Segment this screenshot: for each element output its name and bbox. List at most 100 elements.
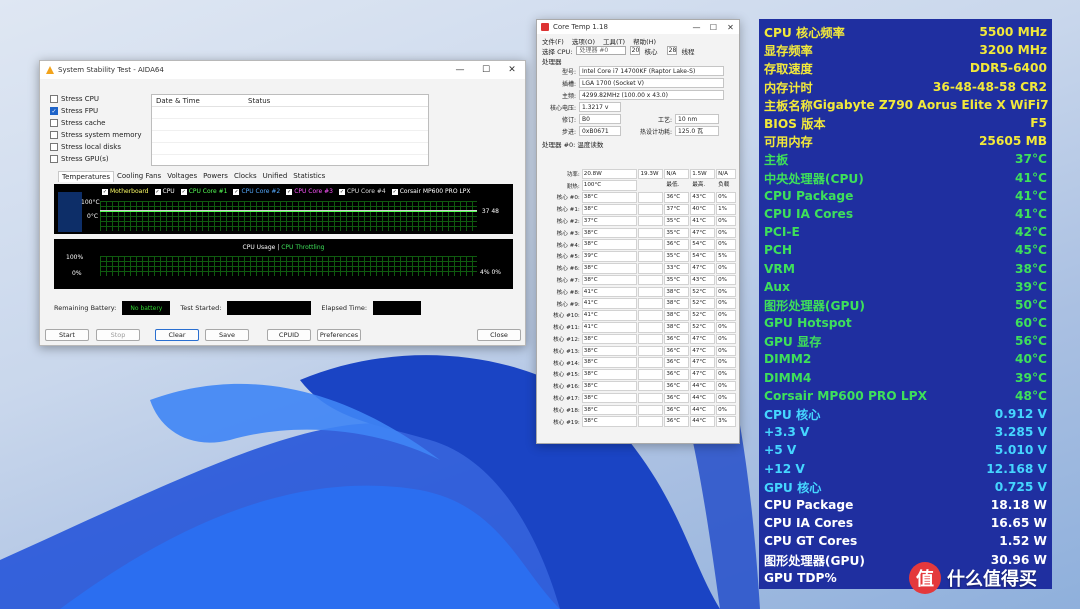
cpuid-button[interactable]: CPUID [267,329,311,341]
core-row-cell: 核心 #16: [553,384,580,391]
legend-checkbox[interactable]: ✓ [391,188,398,195]
core-row-cell: 核心 #11: [553,325,580,332]
tab-clocks[interactable]: Clocks [231,171,260,182]
sensor-label: VRM [764,261,795,276]
core-row: 核心 #17: 38°C 36°C 44°C 0% [542,392,737,404]
menu-help[interactable]: 帮助(H) [633,36,656,46]
tab-powers[interactable]: Powers [200,171,231,182]
stress-option[interactable]: Stress local disks [50,112,819,153]
sensor-label: +3.3 V [764,425,810,440]
legend-item[interactable]: ✓ CPU Core #1 [180,188,227,195]
stress-option[interactable]: Stress cache [50,112,819,129]
preferences-button[interactable]: Preferences [317,329,361,341]
power-row-cell: 19.3W [638,168,664,180]
threads-label: 线程 [681,47,695,56]
stress-option[interactable]: Stress CPU [50,93,819,120]
readings-title: 处理器 #0: 温度读数 [542,141,604,149]
core-row-cell: 1% [716,204,737,215]
legend-item[interactable]: ✓ CPU Core #4 [338,188,386,195]
core-row-cell: 44°C [690,416,716,427]
menu-tools[interactable]: 工具(T) [603,36,625,46]
sensor-label: GPU Hotspot [764,316,852,331]
stop-button[interactable]: Stop [96,329,140,341]
test-started-label: Test Started: [180,304,222,312]
core-readings-table: 功率: 20.8W 19.3W N/A 1.5W N/A 耐热: 100°C 最低. 最高. 负载核… [542,168,737,428]
core-row-cell: 36°C [664,369,690,380]
maximize-icon[interactable]: ☐ [473,61,499,79]
core-row-cell: 核心 #3: [556,230,580,237]
cpu-select[interactable]: 处理器 #0 [576,46,627,55]
sensor-value: 38°C [1015,261,1047,276]
core-row-cell [638,274,664,286]
tab-temperatures[interactable]: Temperatures [58,171,114,182]
log-table[interactable]: Date & Time Status [151,94,429,166]
core-row-cell: 41°C [581,310,638,321]
legend-item[interactable]: ✓ CPU [154,188,175,195]
core-row-cell: 核心 #7: [556,278,580,285]
tab-unified[interactable]: Unified [260,171,291,182]
close-icon[interactable]: ✕ [499,61,525,79]
core-row: 核心 #10: 41°C 38°C 52°C 0% [542,310,737,322]
coretemp-titlebar[interactable]: Core Temp 1.18 — ☐ ✕ [537,20,739,34]
core-row-cell [638,251,664,262]
legend-item[interactable]: ✓ CPU Core #3 [286,188,333,195]
aida64-titlebar[interactable]: System Stability Test - AIDA64 — ☐ ✕ [40,61,525,79]
minimize-icon[interactable]: — [447,61,473,79]
stress-option[interactable]: Stress GPU(s) [50,112,819,165]
sensor-value: 5500 MHz [979,25,1047,40]
core-row-cell: 核心 #14: [553,360,580,367]
minimize-icon[interactable]: — [688,20,705,34]
tjmax-row-cell: 耐热: [566,183,580,190]
menu-file[interactable]: 文件(F) [542,36,564,46]
close-icon[interactable]: ✕ [722,20,739,34]
legend-label: Motherboard [110,188,149,195]
core-row-cell: 38°C [581,345,638,357]
core-row-cell: 0% [716,239,737,250]
legend-item[interactable]: ✓ CPU Core #2 [233,188,280,195]
legend-checkbox[interactable]: ✓ [286,188,293,195]
stress-option[interactable]: Stress system memory [50,112,819,141]
core-row-cell: 37°C [664,204,690,215]
tab-cooling-fans[interactable]: Cooling Fans [114,171,164,182]
legend-item[interactable]: ✓ Motherboard [102,188,149,195]
stress-option[interactable]: ✓ Stress FPU [50,105,819,120]
sensor-value: 5.010 V [994,443,1047,458]
legend-checkbox[interactable]: ✓ [233,188,240,195]
core-row-cell [638,333,664,345]
clear-button[interactable]: Clear [155,329,199,341]
core-row-cell [638,298,664,309]
menu-options[interactable]: 选项(O) [572,36,595,46]
maximize-icon[interactable]: ☐ [705,20,722,34]
tab-statistics[interactable]: Statistics [290,171,328,182]
save-button[interactable]: Save [205,329,249,341]
sensor-value: 41°C [1015,188,1047,203]
tab-voltages[interactable]: Voltages [164,171,200,182]
stress-checkbox[interactable] [50,131,58,139]
core-row-cell: 36°C [664,239,690,250]
stress-checkbox[interactable] [50,155,58,163]
core-row-cell: 38°C [581,274,638,286]
stress-checkbox[interactable] [50,143,58,151]
stress-checkbox[interactable]: ✓ [50,107,58,115]
core-row-cell [638,380,664,392]
stress-label: Stress system memory [61,131,142,139]
close-button[interactable]: Close [477,329,521,341]
legend-checkbox[interactable]: ✓ [338,188,345,195]
sensor-row: +5 V 5.010 V [764,441,1047,459]
legend-checkbox[interactable]: ✓ [102,188,108,195]
legend-item[interactable]: ✓ Corsair MP600 PRO LPX [391,188,471,195]
legend-checkbox[interactable]: ✓ [154,188,161,195]
sensor-row: PCI-E 42°C [764,223,1047,241]
sensor-value: 56°C [1015,334,1047,349]
core-row: 核心 #4: 38°C 36°C 54°C 0% [542,239,737,251]
start-button[interactable]: Start [45,329,89,341]
stress-checkbox[interactable] [50,119,58,127]
core-row-cell: 44°C [690,392,716,404]
core-row-cell: 43°C [690,192,716,203]
stress-checkbox[interactable] [50,95,58,103]
sensor-label: GPU TDP% [764,570,837,585]
sensor-row: VRM 38°C [764,259,1047,277]
core-row-cell: 38°C [581,227,638,239]
legend-checkbox[interactable]: ✓ [180,188,187,195]
test-started-value [227,301,312,315]
